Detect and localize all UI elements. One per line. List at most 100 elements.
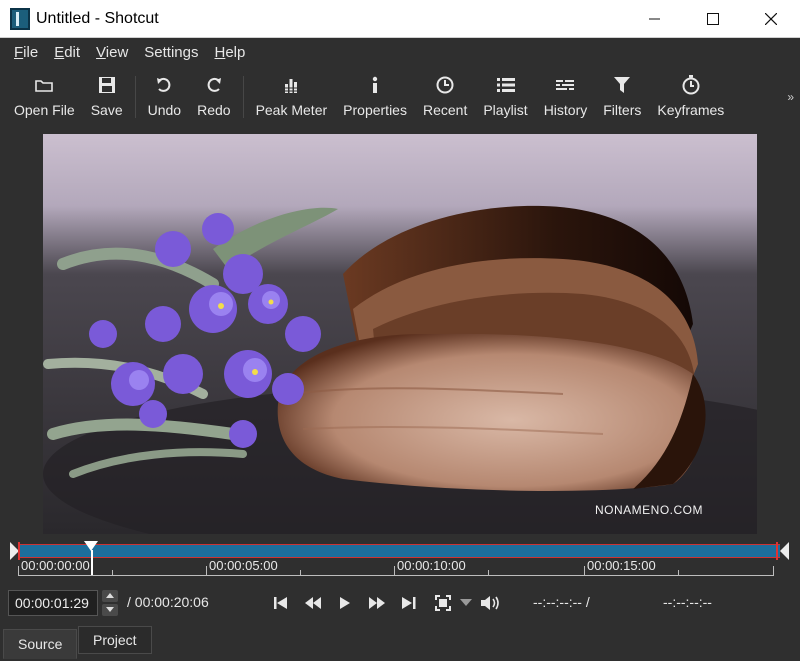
out-point-marker[interactable] — [780, 542, 789, 560]
shotcut-app-icon — [10, 7, 30, 30]
properties-button[interactable]: Properties — [335, 66, 415, 128]
undo-icon — [155, 74, 173, 96]
filters-label: Filters — [603, 102, 642, 118]
history-icon — [555, 74, 575, 96]
list-icon — [496, 74, 515, 96]
ruler-tick — [488, 570, 489, 575]
scrubber-end-line — [776, 542, 778, 560]
skip-next-icon — [402, 597, 416, 609]
fullscreen-icon — [435, 595, 451, 611]
video-watermark: NONAMENO.COM — [595, 503, 703, 517]
out-point-timecode: --:--:--:-- — [663, 594, 712, 610]
ruler-label: 00:00:00:00 — [21, 558, 90, 573]
menu-file-label: ile — [23, 43, 39, 61]
keyframes-label: Keyframes — [657, 102, 725, 118]
playlist-button[interactable]: Playlist — [475, 66, 535, 128]
toolbar-separator — [242, 76, 244, 118]
scrubber-track[interactable] — [18, 544, 780, 558]
save-label: Save — [90, 102, 123, 118]
menu-help[interactable]: Help — [207, 44, 254, 61]
open-file-button[interactable]: Open File — [6, 66, 83, 128]
filters-button[interactable]: Filters — [595, 66, 649, 128]
tab-source[interactable]: Source — [3, 629, 78, 659]
menu-help-label: elp — [225, 43, 246, 61]
ruler-tick — [773, 566, 774, 575]
peak-meter-button[interactable]: Peak Meter — [248, 66, 336, 128]
toolbar-separator — [134, 76, 136, 118]
ruler-label: 00:00:10:00 — [397, 558, 466, 573]
menu-view-label: iew — [105, 43, 129, 61]
spin-up-button[interactable] — [102, 590, 118, 602]
transport-bar: 00:00:01:29 / 00:00:20:06 --:--:--:-- / … — [0, 580, 800, 624]
save-icon — [98, 74, 116, 96]
volume-icon — [481, 596, 499, 610]
peak-meter-icon — [283, 74, 300, 96]
save-button[interactable]: Save — [83, 66, 131, 128]
menu-view-mnemonic: V — [96, 43, 106, 61]
undo-label: Undo — [147, 102, 182, 118]
rewind-button[interactable] — [302, 592, 324, 614]
fast-forward-button[interactable] — [366, 592, 388, 614]
maximize-button[interactable] — [684, 0, 742, 38]
window-title: Untitled - Shotcut — [36, 9, 159, 27]
skip-to-next-button[interactable] — [398, 592, 420, 614]
playlist-label: Playlist — [483, 102, 528, 118]
volume-button[interactable] — [480, 592, 502, 614]
menu-file[interactable]: File — [6, 44, 46, 61]
tab-project[interactable]: Project — [78, 626, 152, 654]
properties-label: Properties — [343, 102, 407, 118]
menu-view[interactable]: View — [88, 44, 136, 61]
menu-file-mnemonic: F — [14, 43, 24, 61]
recent-button[interactable]: Recent — [415, 66, 475, 128]
menu-edit[interactable]: Edit — [46, 44, 88, 61]
recent-label: Recent — [422, 102, 468, 118]
ruler-label: 00:00:05:00 — [209, 558, 278, 573]
main-toolbar: Open File Save Undo Redo Peak Meter Prop… — [0, 66, 800, 128]
open-file-label: Open File — [14, 102, 75, 118]
chevron-down-icon — [460, 599, 472, 606]
menu-bar: File Edit View Settings Help — [0, 38, 800, 66]
player-area: NONAMENO.COM — [0, 128, 800, 538]
duration-label: / 00:00:20:06 — [127, 594, 209, 610]
info-icon — [370, 74, 380, 96]
ruler-tick — [300, 570, 301, 575]
ruler-tick — [678, 570, 679, 575]
fast-forward-icon — [369, 597, 385, 609]
menu-settings[interactable]: Settings — [136, 44, 206, 61]
undo-button[interactable]: Undo — [140, 66, 189, 128]
rewind-icon — [305, 597, 321, 609]
spin-down-button[interactable] — [102, 604, 118, 616]
ruler-tick — [112, 570, 113, 575]
menu-settings-label: Settings — [144, 43, 199, 61]
close-button[interactable] — [742, 0, 800, 38]
position-spinner — [102, 590, 118, 616]
redo-label: Redo — [197, 102, 231, 118]
keyframes-button[interactable]: Keyframes — [649, 66, 732, 128]
toolbar-overflow-button[interactable]: » — [787, 66, 794, 128]
in-point-timecode: --:--:--:-- / — [533, 594, 590, 610]
menu-help-mnemonic: H — [214, 43, 226, 61]
funnel-icon — [614, 74, 631, 96]
zoom-fit-button[interactable] — [432, 592, 454, 614]
maximize-icon — [707, 12, 719, 25]
history-button[interactable]: History — [536, 66, 596, 128]
ruler-baseline — [18, 575, 774, 576]
skip-to-previous-button[interactable] — [270, 592, 292, 614]
position-timecode-field[interactable]: 00:00:01:29 — [8, 590, 98, 616]
redo-icon — [205, 74, 223, 96]
scrubber[interactable]: 00:00:00:00 00:00:05:00 00:00:10:00 00:0… — [0, 538, 800, 580]
player-tabs: Source Project — [0, 624, 800, 661]
zoom-dropdown-button[interactable] — [455, 592, 477, 614]
title-bar: Untitled - Shotcut — [0, 0, 800, 38]
redo-button[interactable]: Redo — [189, 66, 238, 128]
ruler-label: 00:00:15:00 — [587, 558, 656, 573]
play-button[interactable] — [334, 592, 356, 614]
peak-meter-label: Peak Meter — [255, 102, 328, 118]
folder-icon — [35, 74, 54, 96]
stopwatch-icon — [682, 74, 700, 96]
menu-edit-mnemonic: E — [54, 43, 65, 61]
history-label: History — [543, 102, 588, 118]
playhead-line — [91, 550, 93, 576]
minimize-button[interactable] — [626, 0, 684, 38]
video-preview[interactable]: NONAMENO.COM — [43, 134, 757, 534]
